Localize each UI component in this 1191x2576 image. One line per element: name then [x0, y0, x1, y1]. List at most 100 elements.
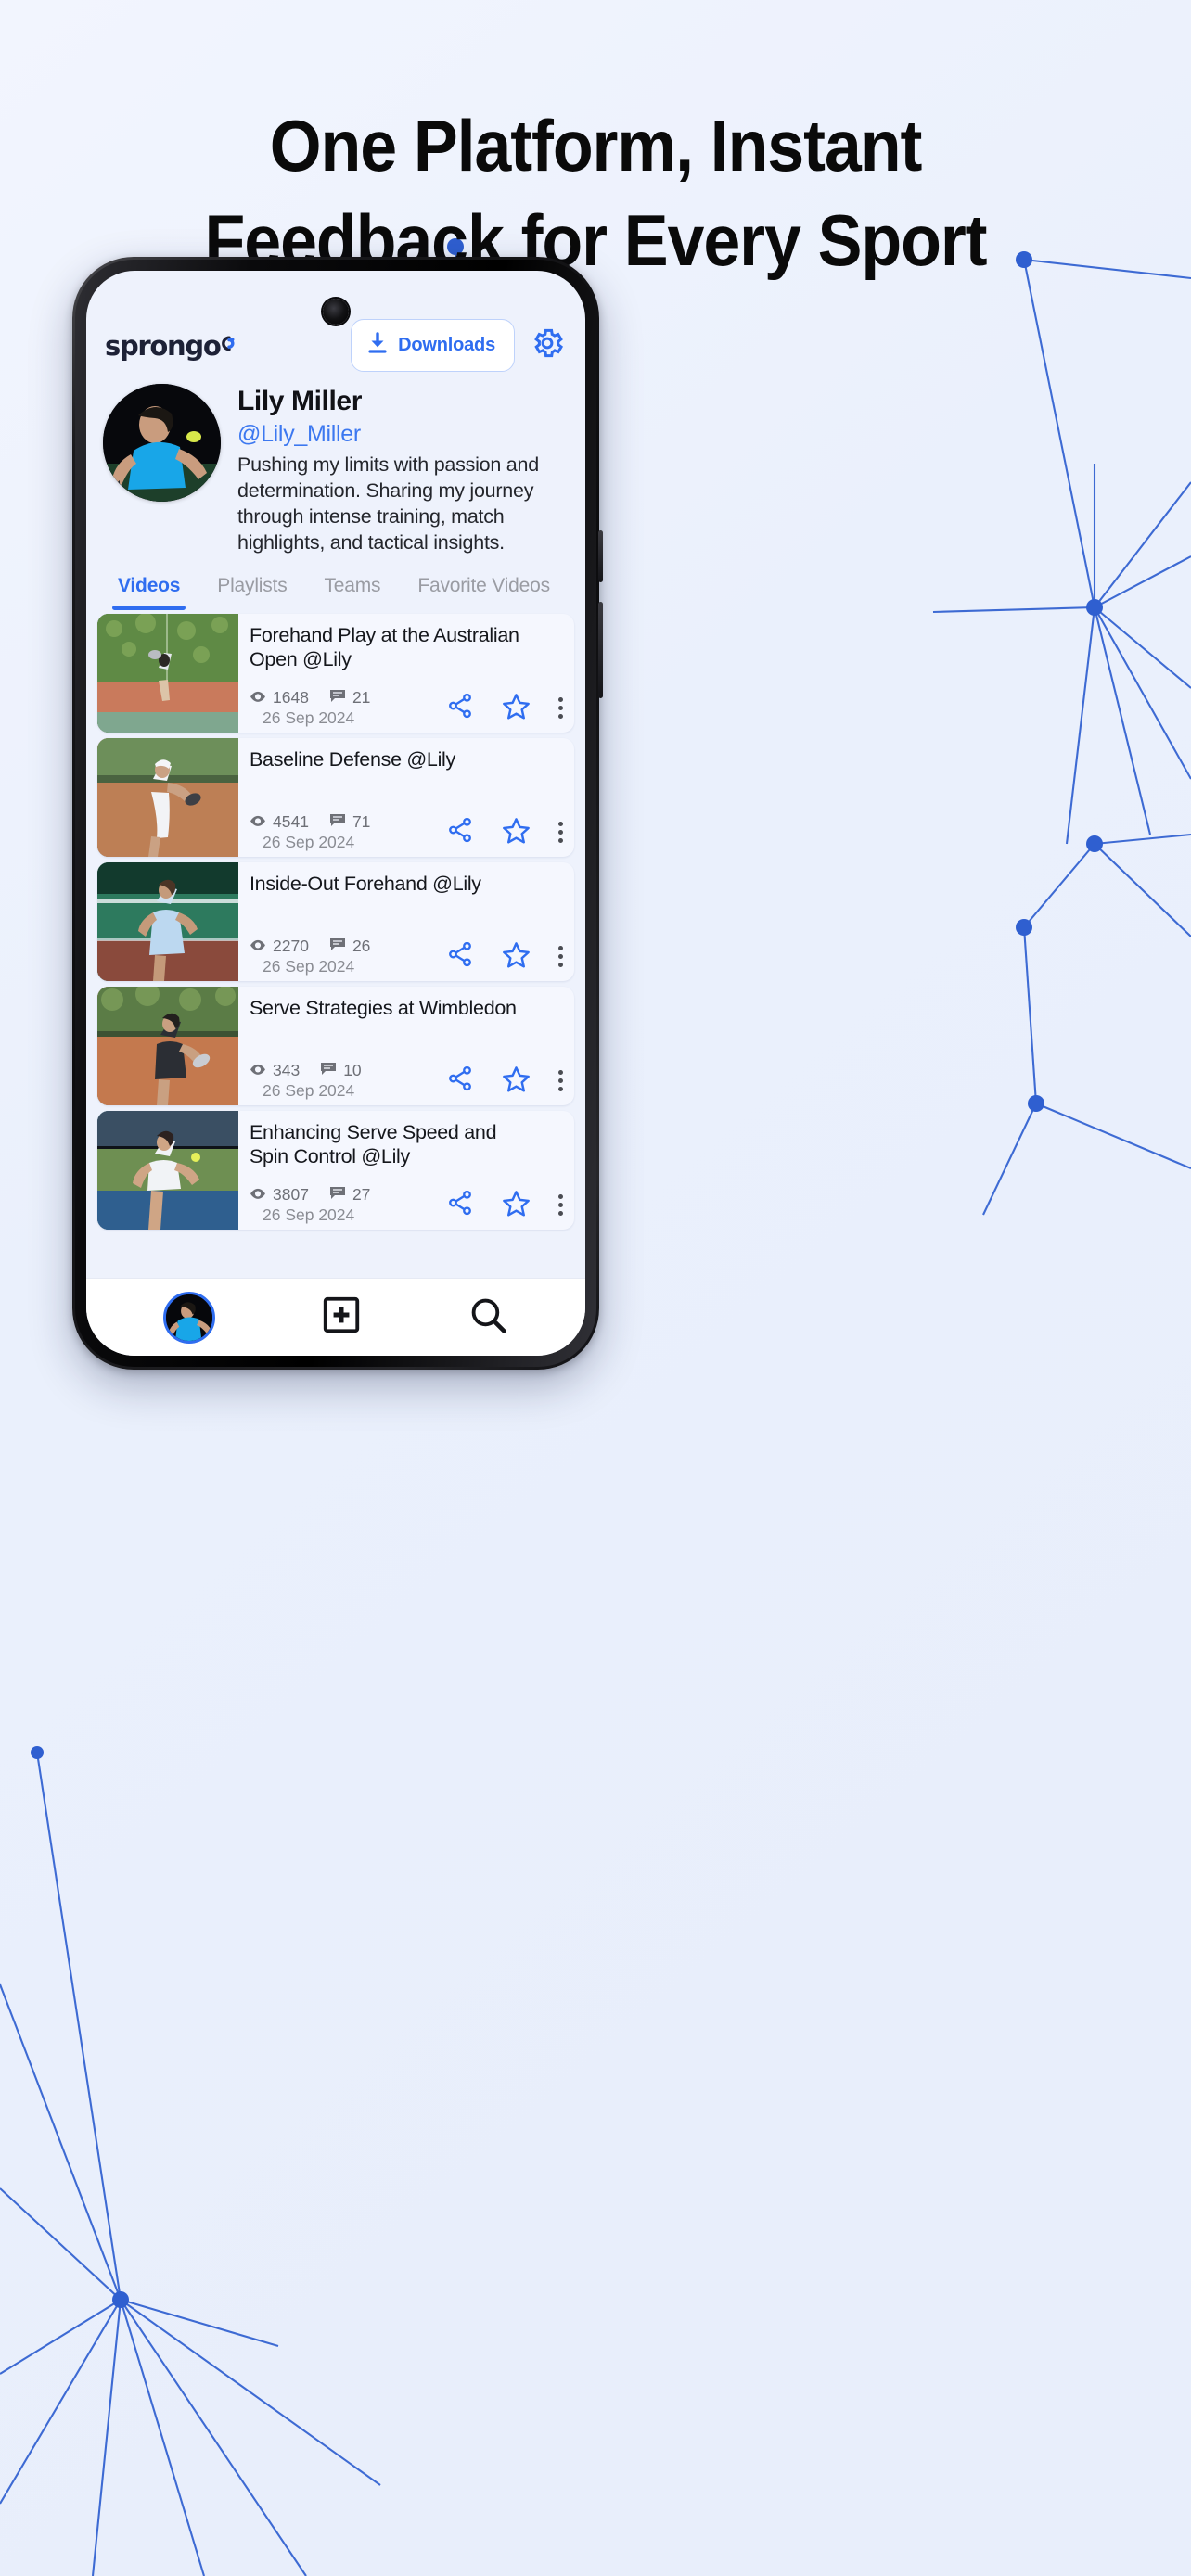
video-title[interactable]: Forehand Play at the Australian Open @Li… [250, 623, 528, 671]
profile-name: Lily Miller [237, 386, 362, 416]
video-list: Forehand Play at the Australian Open @Li… [86, 610, 585, 1230]
video-actions [446, 816, 567, 852]
video-card-footer: 1648 21 26 Sep 2024 [250, 688, 567, 728]
video-title[interactable]: Serve Strategies at Wimbledon [250, 996, 528, 1020]
share-icon[interactable] [446, 940, 474, 973]
tab-playlists[interactable]: Playlists [198, 575, 305, 610]
views-stat: 343 [250, 1061, 300, 1080]
video-actions [446, 692, 567, 728]
video-title[interactable]: Enhancing Serve Speed and Spin Control @… [250, 1120, 528, 1168]
comments-stat: 27 [329, 1185, 370, 1205]
downloads-label: Downloads [398, 335, 495, 355]
video-card[interactable]: Enhancing Serve Speed and Spin Control @… [97, 1110, 574, 1230]
eye-icon [250, 937, 266, 956]
tab-playlists-label: Playlists [217, 574, 288, 596]
share-icon[interactable] [446, 816, 474, 848]
video-card-body: Baseline Defense @Lily 4541 71 26 Sep 20… [238, 738, 574, 857]
phone-screen: sprongo Downloads Lily Miller @Lily_Mill… [86, 271, 585, 1356]
eye-icon [250, 1185, 266, 1205]
video-card-body: Forehand Play at the Australian Open @Li… [238, 614, 574, 733]
profile-avatar[interactable] [103, 384, 221, 502]
search-icon[interactable] [467, 1294, 508, 1340]
logo-text: sprongo [105, 329, 222, 362]
video-card[interactable]: Inside-Out Forehand @Lily 2270 26 26 Sep… [97, 861, 574, 981]
phone-volume-button [598, 530, 603, 582]
comments-count: 27 [352, 1184, 371, 1204]
star-icon[interactable] [502, 692, 531, 725]
more-vertical-icon[interactable] [558, 1070, 563, 1092]
video-card-body: Enhancing Serve Speed and Spin Control @… [238, 1111, 574, 1230]
video-card-footer: 2270 26 26 Sep 2024 [250, 937, 567, 976]
video-stats: 4541 71 26 Sep 2024 [250, 812, 370, 852]
video-thumbnail[interactable] [97, 986, 238, 1105]
views-count: 3807 [273, 1184, 309, 1204]
share-icon[interactable] [446, 1065, 474, 1097]
more-vertical-icon[interactable] [558, 822, 563, 844]
user-avatar-icon[interactable] [162, 1291, 215, 1344]
video-actions [446, 1065, 567, 1101]
share-icon[interactable] [446, 692, 474, 724]
video-card-footer: 3807 27 26 Sep 2024 [250, 1185, 567, 1225]
video-thumbnail[interactable] [97, 1110, 238, 1230]
more-vertical-icon[interactable] [558, 946, 563, 968]
comments-stat: 10 [320, 1060, 362, 1080]
video-card[interactable]: Forehand Play at the Australian Open @Li… [97, 613, 574, 733]
comment-icon [329, 937, 346, 956]
views-count: 343 [273, 1060, 301, 1079]
headline-line-1: One Platform, Instant [269, 105, 923, 186]
gear-icon[interactable] [530, 325, 565, 365]
star-icon[interactable] [502, 1065, 531, 1098]
tab-teams-label: Teams [324, 574, 381, 596]
tab-videos[interactable]: Videos [99, 575, 198, 610]
video-stats: 2270 26 26 Sep 2024 [250, 937, 370, 976]
comment-icon [329, 1185, 346, 1205]
comments-count: 71 [352, 811, 371, 831]
video-title[interactable]: Inside-Out Forehand @Lily [250, 872, 528, 896]
comments-stat: 21 [329, 688, 370, 708]
video-thumbnail[interactable] [97, 613, 238, 733]
video-card[interactable]: Baseline Defense @Lily 4541 71 26 Sep 20… [97, 737, 574, 857]
share-icon[interactable] [446, 1189, 474, 1221]
star-icon[interactable] [502, 816, 531, 849]
tab-videos-label: Videos [118, 574, 181, 596]
downloads-button[interactable]: Downloads [351, 319, 515, 372]
plus-square-icon[interactable] [320, 1294, 363, 1341]
comments-count: 26 [352, 936, 371, 955]
eye-icon [250, 1061, 266, 1080]
tab-favorite-videos-label: Favorite Videos [417, 574, 550, 596]
views-count: 2270 [273, 936, 309, 955]
views-stat: 2270 [250, 937, 309, 956]
video-card-body: Inside-Out Forehand @Lily 2270 26 26 Sep… [238, 862, 574, 981]
bottom-navigation [86, 1278, 585, 1356]
comments-stat: 26 [329, 937, 370, 956]
more-vertical-icon[interactable] [558, 1194, 563, 1217]
profile-section: Lily Miller @Lily_Miller Pushing my limi… [86, 372, 585, 556]
video-card-footer: 4541 71 26 Sep 2024 [250, 812, 567, 852]
video-date: 26 Sep 2024 [263, 1205, 355, 1224]
logo-mark-icon [217, 332, 236, 359]
video-card-body: Serve Strategies at Wimbledon 343 10 26 … [238, 987, 574, 1105]
comment-icon [320, 1061, 337, 1080]
comments-count: 21 [352, 687, 371, 707]
tab-teams[interactable]: Teams [306, 575, 400, 610]
star-icon[interactable] [502, 940, 531, 974]
video-date: 26 Sep 2024 [263, 708, 355, 727]
profile-info: Lily Miller @Lily_Miller Pushing my limi… [237, 384, 567, 556]
video-title[interactable]: Baseline Defense @Lily [250, 747, 528, 772]
video-thumbnail[interactable] [97, 861, 238, 981]
tab-favorite-videos[interactable]: Favorite Videos [399, 575, 569, 610]
phone-mockup: sprongo Downloads Lily Miller @Lily_Mill… [72, 257, 603, 1370]
star-icon[interactable] [502, 1189, 531, 1222]
app-logo[interactable]: sprongo [105, 330, 236, 362]
views-count: 4541 [273, 811, 309, 831]
video-card-footer: 343 10 26 Sep 2024 [250, 1061, 567, 1101]
profile-handle[interactable]: @Lily_Miller [237, 421, 567, 448]
video-thumbnail[interactable] [97, 737, 238, 857]
comments-stat: 71 [329, 812, 370, 832]
video-date: 26 Sep 2024 [263, 832, 355, 851]
views-stat: 1648 [250, 688, 309, 708]
video-card[interactable]: Serve Strategies at Wimbledon 343 10 26 … [97, 986, 574, 1105]
more-vertical-icon[interactable] [558, 697, 563, 720]
comments-count: 10 [343, 1060, 362, 1079]
video-stats: 343 10 26 Sep 2024 [250, 1061, 362, 1101]
